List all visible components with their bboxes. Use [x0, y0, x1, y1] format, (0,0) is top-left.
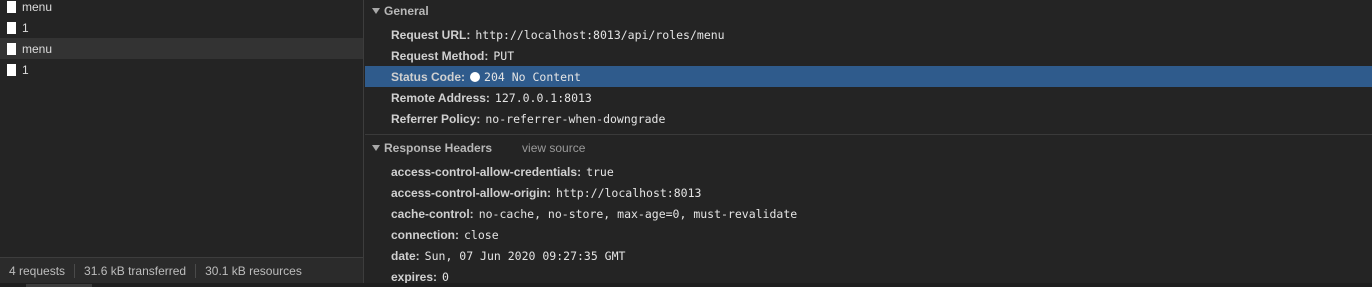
header-key: Request URL: — [391, 27, 471, 42]
document-icon — [7, 0, 16, 13]
status-dot-icon — [470, 71, 481, 82]
transferred-size: 31.6 kB transferred — [75, 263, 197, 278]
request-count: 4 requests — [0, 263, 76, 278]
response-header-row[interactable]: expires: 0 — [365, 266, 1372, 284]
request-row[interactable]: 1 — [0, 17, 363, 38]
header-key: Status Code: — [391, 69, 466, 84]
request-list: menu 1 menu 1 4 requests 31.6 kB transfe… — [0, 0, 364, 287]
request-name: 1 — [22, 62, 29, 77]
header-value: PUT — [493, 48, 515, 63]
general-row-remote-address[interactable]: Remote Address: 127.0.0.1:8013 — [365, 87, 1372, 108]
response-header-row[interactable]: connection: close — [365, 224, 1372, 245]
network-summary-bar: 4 requests 31.6 kB transferred 30.1 kB r… — [0, 257, 363, 283]
request-name: menu — [22, 41, 53, 56]
request-row[interactable]: 1 — [0, 59, 363, 80]
header-key: date: — [391, 248, 420, 263]
response-header-row[interactable]: access-control-allow-origin: http://loca… — [365, 182, 1372, 203]
response-headers-section-header[interactable]: Response Headers view source — [365, 137, 1372, 158]
request-row[interactable]: menu — [0, 0, 363, 17]
document-icon — [7, 21, 16, 34]
general-row-referrer-policy[interactable]: Referrer Policy: no-referrer-when-downgr… — [365, 108, 1372, 129]
document-icon — [7, 42, 16, 55]
header-key: expires: — [391, 269, 438, 284]
header-key: access-control-allow-credentials: — [391, 164, 582, 179]
header-key: access-control-allow-origin: — [391, 185, 552, 200]
header-value: 0 — [442, 269, 449, 284]
header-key: Remote Address: — [391, 90, 490, 105]
general-row-request-method[interactable]: Request Method: PUT — [365, 45, 1372, 66]
resources-size: 30.1 kB resources — [205, 263, 302, 278]
horizontal-scrollbar[interactable] — [0, 283, 1372, 287]
general-section-header[interactable]: General — [365, 0, 1372, 21]
view-source-link[interactable]: view source — [522, 141, 585, 155]
header-value: Sun, 07 Jun 2020 09:27:35 GMT — [424, 248, 626, 263]
general-row-status-code[interactable]: Status Code: 204 No Content — [365, 66, 1372, 87]
expand-triangle-icon[interactable] — [372, 7, 380, 14]
document-icon — [7, 63, 16, 76]
header-value: http://localhost:8013/api/roles/menu — [475, 27, 725, 42]
header-value: 204 No Content — [484, 69, 581, 84]
response-header-row[interactable]: date: Sun, 07 Jun 2020 09:27:35 GMT — [365, 245, 1372, 266]
header-key: cache-control: — [391, 206, 474, 221]
header-value: true — [586, 164, 614, 179]
request-name: menu — [22, 0, 53, 14]
response-headers-title: Response Headers — [384, 140, 493, 155]
header-value: 127.0.0.1:8013 — [494, 90, 592, 105]
header-value: http://localhost:8013 — [556, 185, 702, 200]
section-divider — [365, 134, 1372, 135]
header-value: close — [464, 227, 499, 242]
response-header-row[interactable]: access-control-allow-credentials: true — [365, 161, 1372, 182]
expand-triangle-icon[interactable] — [372, 144, 380, 151]
request-row[interactable]: menu — [0, 38, 363, 59]
header-value: no-cache, no-store, max-age=0, must-reva… — [478, 206, 798, 221]
header-key: Referrer Policy: — [391, 111, 481, 126]
header-key: connection: — [391, 227, 459, 242]
header-value: no-referrer-when-downgrade — [485, 111, 666, 126]
devtools-network-panel: menu 1 menu 1 4 requests 31.6 kB transfe… — [0, 0, 1372, 287]
response-header-row[interactable]: cache-control: no-cache, no-store, max-a… — [365, 203, 1372, 224]
general-row-request-url[interactable]: Request URL: http://localhost:8013/api/r… — [365, 24, 1372, 45]
request-name: 1 — [22, 20, 29, 35]
header-key: Request Method: — [391, 48, 489, 63]
request-details: General Request URL: http://localhost:80… — [365, 0, 1372, 283]
general-title: General — [384, 3, 429, 18]
